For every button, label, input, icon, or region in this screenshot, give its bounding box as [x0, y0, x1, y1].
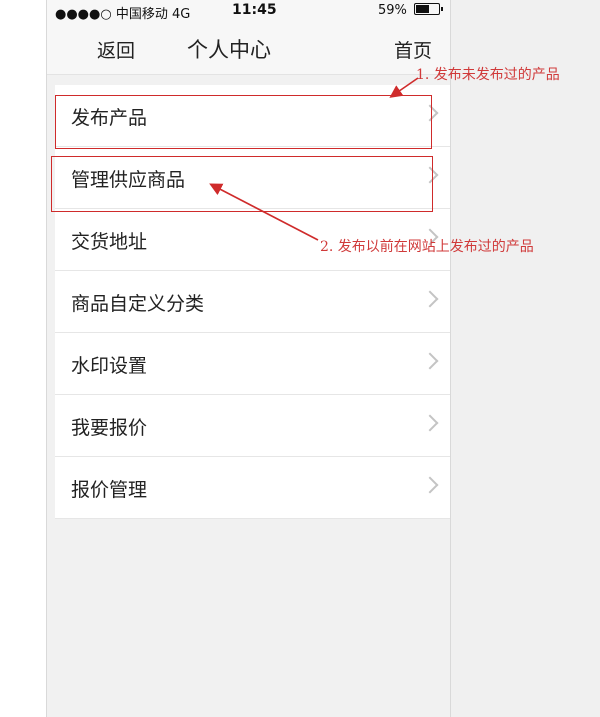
battery-tip: [441, 7, 443, 11]
menu-item-label: 管理供应商品: [71, 169, 186, 191]
menu-item-publish-product[interactable]: 发布产品: [55, 85, 450, 147]
page-title: 个人中心: [187, 38, 271, 62]
menu-item-label: 发布产品: [71, 107, 148, 129]
phone-screen: ●●●●○ 中国移动 4G 11:45 59% 返回 个人中心 首页 发布产品 …: [46, 0, 451, 717]
menu-item-manage-supply[interactable]: 管理供应商品: [55, 147, 450, 209]
menu-item-label: 交货地址: [71, 231, 148, 253]
chevron-right-icon: [421, 476, 439, 494]
home-button[interactable]: 首页: [394, 36, 432, 63]
chevron-right-icon: [421, 290, 439, 308]
menu-item-label: 报价管理: [71, 479, 148, 501]
annotation-note-1: 1. 发布未发布过的产品: [416, 67, 560, 83]
status-bar: ●●●●○ 中国移动 4G 11:45 59%: [47, 0, 450, 22]
chevron-right-icon: [421, 414, 439, 432]
chevron-right-icon: [421, 104, 439, 122]
battery-icon: [414, 3, 443, 15]
back-button[interactable]: 返回: [97, 36, 135, 63]
chevron-right-icon: [421, 166, 439, 184]
nav-bar: 返回 个人中心 首页: [47, 22, 450, 75]
menu-item-label: 水印设置: [71, 355, 148, 377]
menu-item-custom-category[interactable]: 商品自定义分类: [55, 271, 450, 333]
menu-list: 发布产品 管理供应商品 交货地址 商品自定义分类 水印设置 我要报价 报价管理: [55, 85, 450, 519]
menu-item-label: 商品自定义分类: [71, 293, 205, 315]
battery-fill: [416, 5, 429, 13]
status-time: 11:45: [232, 2, 277, 18]
annotation-note-2: 2. 发布以前在网站上发布过的产品: [320, 239, 534, 255]
menu-item-quote-management[interactable]: 报价管理: [55, 457, 450, 519]
menu-item-watermark[interactable]: 水印设置: [55, 333, 450, 395]
battery-status: 59%: [377, 3, 443, 18]
menu-item-quote[interactable]: 我要报价: [55, 395, 450, 457]
carrier-signal: ●●●●○ 中国移动 4G: [55, 7, 191, 22]
menu-item-label: 我要报价: [71, 417, 148, 439]
background-panel: [450, 0, 600, 717]
battery-percent: 59%: [377, 3, 407, 18]
chevron-right-icon: [421, 352, 439, 370]
